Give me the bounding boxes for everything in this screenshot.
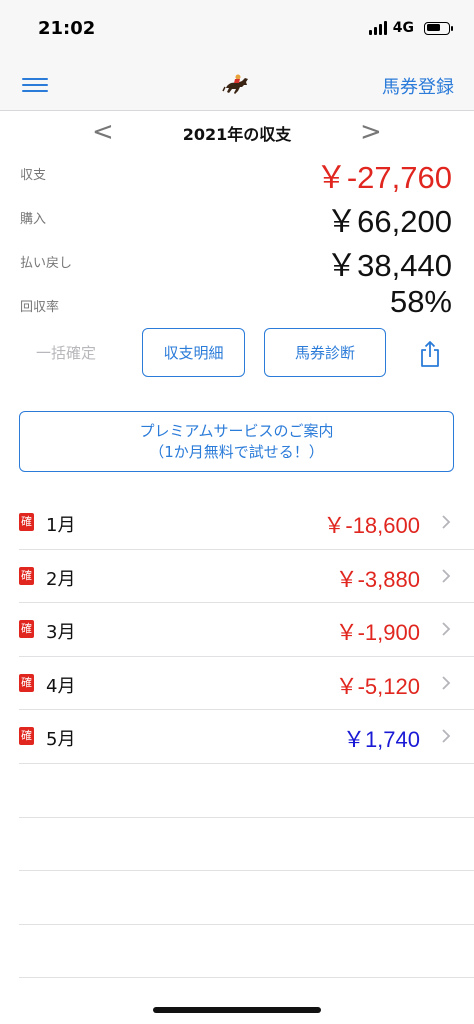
premium-line-2: （1か月無料で試せる！）: [149, 442, 324, 461]
empty-row: [19, 925, 474, 978]
bet-register-button[interactable]: 馬券登録: [382, 73, 454, 99]
summary-label: 収支: [20, 168, 47, 183]
horse-racing-icon: [222, 74, 248, 94]
month-amount: ￥-5,120: [335, 673, 420, 699]
premium-line-1: プレミアムサービスのご案内: [139, 421, 334, 440]
empty-row: [19, 818, 474, 871]
chevron-right-icon: [442, 622, 451, 636]
month-list: 確 1月 ￥-18,600 確 2月 ￥-3,880 確 3月 ￥-1,900 …: [19, 496, 474, 764]
home-indicator[interactable]: [153, 1007, 321, 1013]
confirmed-badge: 確: [19, 620, 34, 638]
summary-value: ￥38,440: [326, 248, 452, 283]
network-type: 4G: [392, 20, 414, 36]
chevron-right-icon: [442, 675, 451, 690]
status-time: 21:02: [38, 18, 96, 39]
confirmed-badge: 確: [19, 566, 34, 585]
empty-row: [19, 764, 474, 818]
month-amount: ￥1,740: [342, 727, 420, 752]
chevron-right-icon: [442, 729, 451, 743]
month-row[interactable]: 確 2月 ￥-3,880: [19, 550, 474, 603]
empty-rows: [19, 764, 474, 978]
confirmed-badge: 確: [19, 727, 34, 745]
summary-purchase: 購入 ￥66,200: [0, 196, 474, 240]
summary-value: 58%: [389, 284, 452, 319]
bulk-confirm-button[interactable]: 一括確定: [36, 342, 96, 363]
signal-icon: [368, 21, 387, 35]
year-selector: < 2021年の収支 >: [0, 115, 474, 151]
summary-balance: 収支 ￥-27,760: [0, 152, 474, 196]
summary-return-rate: 回収率 58%: [0, 284, 474, 328]
next-year-button[interactable]: >: [360, 117, 382, 147]
battery-icon: [424, 21, 453, 35]
chevron-right-icon: [442, 515, 451, 529]
bet-diagnosis-button[interactable]: 馬券診断: [264, 328, 386, 377]
summary-label: 払い戻し: [20, 256, 73, 271]
month-row[interactable]: 確 4月 ￥-5,120: [19, 657, 474, 710]
month-row[interactable]: 確 1月 ￥-18,600: [19, 496, 474, 550]
chevron-right-icon: [442, 568, 451, 583]
confirmed-badge: 確: [19, 513, 34, 531]
summary-value: ￥66,200: [326, 204, 452, 239]
app-screen: 21:02 4G 馬券登録 < 2021年の収支 > 収支 ￥-27,760 購…: [0, 0, 474, 1024]
summary-label: 回収率: [20, 300, 60, 315]
month-name: 4月: [46, 675, 76, 697]
status-bar: 21:02 4G: [0, 0, 474, 60]
month-name: 2月: [46, 568, 76, 590]
action-row: 一括確定 収支明細 馬券診断: [0, 328, 474, 378]
month-amount: ￥-1,900: [335, 620, 420, 645]
confirmed-badge: 確: [19, 673, 34, 692]
empty-row: [19, 871, 474, 925]
summary-payout: 払い戻し ￥38,440: [0, 240, 474, 284]
month-row[interactable]: 確 5月 ￥1,740: [19, 710, 474, 764]
year-title: 2021年の収支: [182, 125, 292, 144]
menu-icon[interactable]: [22, 75, 48, 95]
summary-label: 購入: [20, 212, 47, 227]
navigation-bar: 馬券登録: [0, 60, 474, 111]
month-name: 5月: [46, 729, 76, 750]
balance-detail-button[interactable]: 収支明細: [142, 328, 245, 377]
battery-level: [426, 24, 440, 31]
summary-value: ￥-27,760: [315, 160, 452, 195]
status-indicators: 4G: [368, 20, 453, 36]
month-amount: ￥-3,880: [335, 566, 420, 592]
month-name: 3月: [46, 622, 76, 643]
month-row[interactable]: 確 3月 ￥-1,900: [19, 603, 474, 657]
month-amount: ￥-18,600: [323, 513, 420, 538]
month-name: 1月: [46, 515, 76, 536]
premium-service-button[interactable]: プレミアムサービスのご案内 （1か月無料で試せる！）: [19, 411, 454, 472]
share-icon[interactable]: [418, 340, 442, 368]
